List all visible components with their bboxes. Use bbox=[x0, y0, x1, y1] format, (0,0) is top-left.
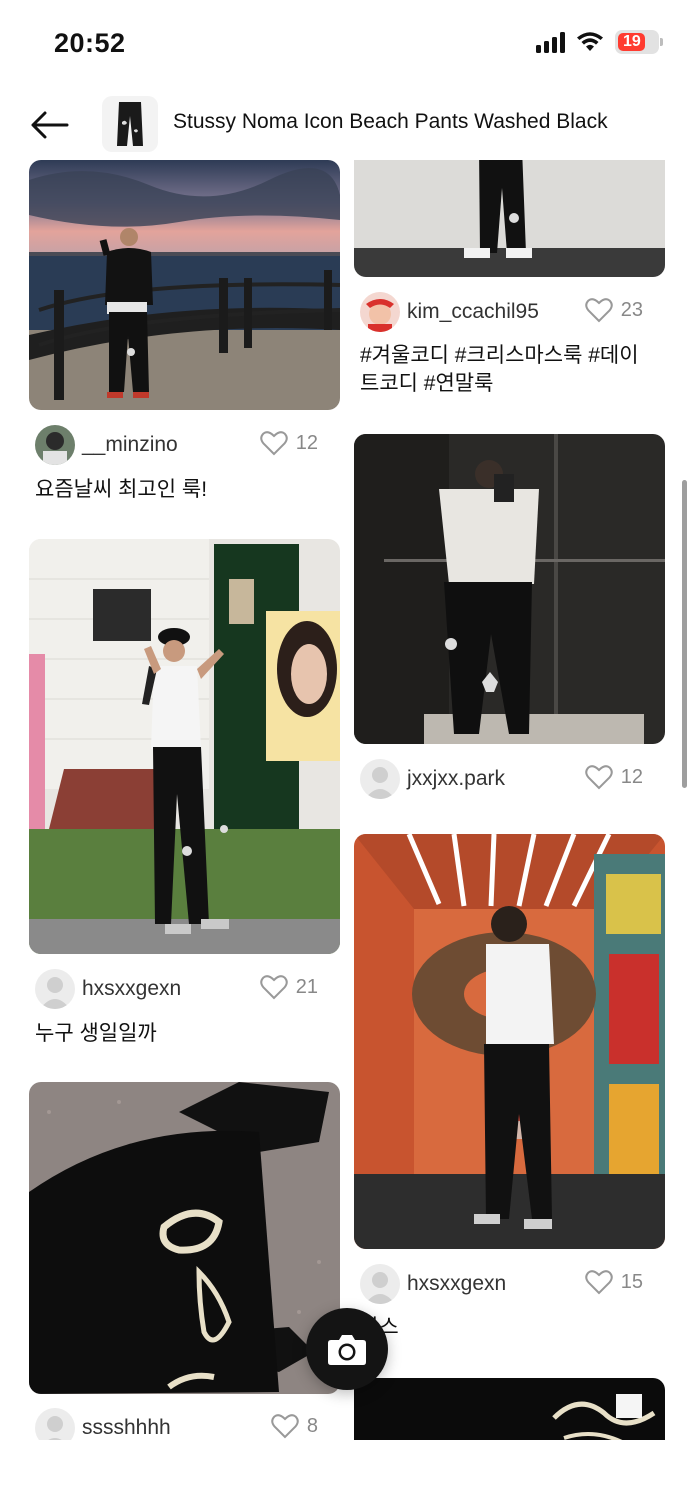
product-title: Stussy Noma Icon Beach Pants Washed Blac… bbox=[173, 110, 608, 133]
like-count: 23 bbox=[620, 298, 643, 321]
camera-icon bbox=[328, 1335, 366, 1365]
username[interactable]: hxsxxgexn bbox=[407, 1272, 506, 1296]
avatar[interactable] bbox=[360, 1264, 400, 1304]
like-count: 12 bbox=[620, 765, 643, 788]
avatar[interactable] bbox=[35, 1408, 75, 1440]
back-button[interactable] bbox=[26, 102, 72, 148]
wifi-icon bbox=[577, 32, 603, 51]
like-count: 12 bbox=[295, 431, 318, 454]
avatar[interactable] bbox=[35, 969, 75, 1009]
like-button[interactable]: 21 bbox=[260, 974, 318, 1000]
post-photo[interactable] bbox=[29, 539, 340, 954]
heart-icon bbox=[585, 1270, 613, 1295]
post-caption: 누구 생일일까 bbox=[35, 1022, 157, 1045]
feed: __minzino 12 요즘날씨 최고인 룩! hxsxxgexn 21 누구… bbox=[0, 160, 693, 1440]
post-photo[interactable] bbox=[354, 834, 665, 1249]
avatar[interactable] bbox=[360, 759, 400, 799]
post-caption: 요즘날씨 최고인 룩! bbox=[35, 478, 208, 501]
post-photo[interactable] bbox=[354, 1378, 665, 1440]
avatar[interactable] bbox=[35, 425, 75, 465]
post-meta: hxsxxgexn 15 bbox=[354, 1264, 665, 1304]
scrollbar[interactable] bbox=[682, 480, 687, 788]
username[interactable]: __minzino bbox=[82, 433, 178, 457]
username[interactable]: jxxjxx.park bbox=[407, 767, 505, 791]
product-thumbnail[interactable] bbox=[102, 96, 158, 152]
like-button[interactable]: 12 bbox=[260, 430, 318, 456]
post-meta: jxxjxx.park 12 bbox=[354, 759, 665, 799]
status-bar: 20:52 19 bbox=[0, 0, 693, 88]
like-button[interactable]: 12 bbox=[585, 764, 643, 790]
status-icons: 19 bbox=[536, 30, 663, 54]
camera-button[interactable] bbox=[306, 1308, 388, 1390]
like-button[interactable]: 15 bbox=[585, 1269, 643, 1295]
like-button[interactable]: 8 bbox=[271, 1413, 318, 1439]
heart-icon bbox=[585, 298, 613, 323]
post-photo[interactable] bbox=[354, 160, 665, 277]
arrow-left-icon bbox=[31, 111, 69, 139]
heart-icon bbox=[260, 431, 288, 456]
post-caption: #겨울코디 #크리스마스룩 #데이트코디 #연말룩 bbox=[360, 344, 639, 395]
like-count: 15 bbox=[620, 1270, 643, 1293]
like-count: 21 bbox=[295, 975, 318, 998]
pants-product-image bbox=[117, 102, 143, 146]
post-meta: hxsxxgexn 21 bbox=[29, 969, 340, 1009]
status-time: 20:52 bbox=[54, 28, 126, 58]
post-photo[interactable] bbox=[354, 434, 665, 744]
heart-icon bbox=[585, 765, 613, 790]
heart-icon bbox=[271, 1414, 299, 1439]
post-photo[interactable] bbox=[29, 160, 340, 410]
like-count: 8 bbox=[306, 1414, 318, 1437]
heart-icon bbox=[260, 975, 288, 1000]
like-button[interactable]: 23 bbox=[585, 297, 643, 323]
avatar[interactable] bbox=[360, 292, 400, 332]
battery-icon: 19 bbox=[615, 30, 663, 54]
post-meta: kim_ccachil95 23 bbox=[354, 292, 665, 332]
header: Stussy Noma Icon Beach Pants Washed Blac… bbox=[0, 88, 693, 160]
cellular-signal-icon bbox=[536, 31, 565, 53]
post-caption: 나스 bbox=[360, 1314, 660, 1342]
username[interactable]: hxsxxgexn bbox=[82, 977, 181, 1001]
post-meta: sssshhhh 8 bbox=[29, 1408, 340, 1440]
post-photo[interactable] bbox=[29, 1082, 340, 1394]
username[interactable]: sssshhhh bbox=[82, 1416, 171, 1440]
battery-level: 19 bbox=[623, 33, 641, 50]
post-meta: __minzino 12 bbox=[29, 425, 340, 465]
username[interactable]: kim_ccachil95 bbox=[407, 300, 539, 324]
